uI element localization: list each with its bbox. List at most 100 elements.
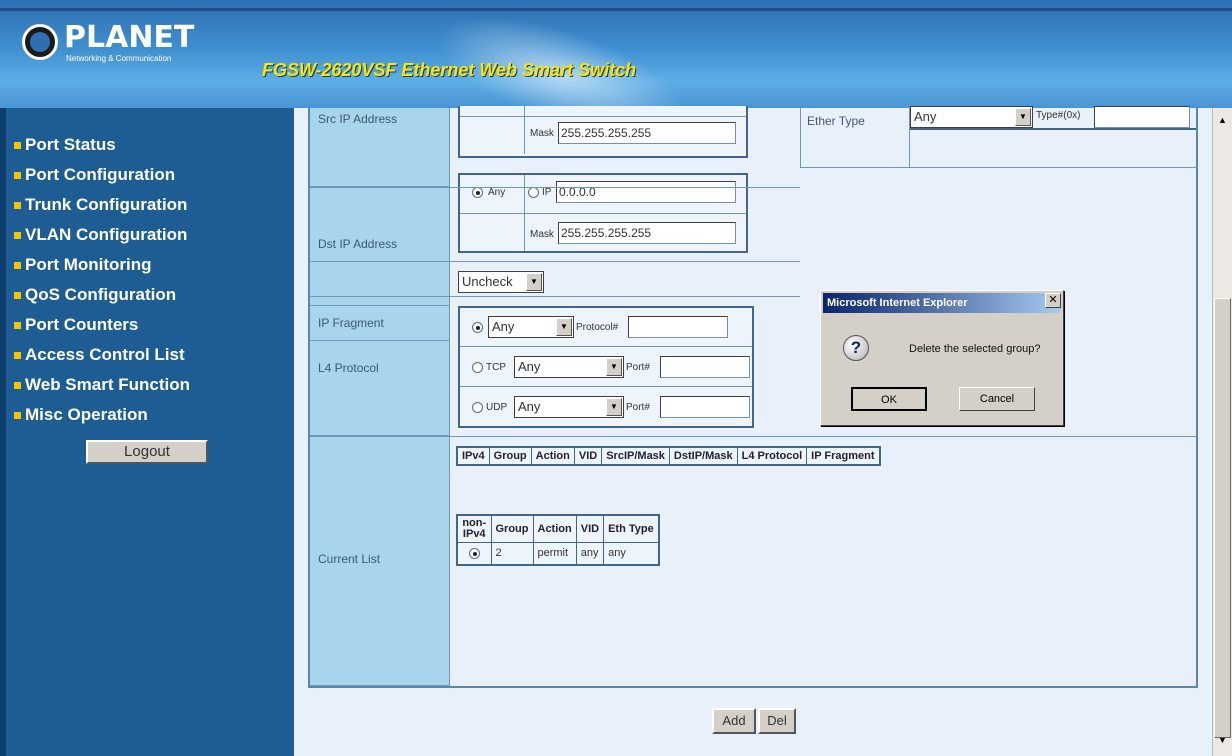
- ether-type-select[interactable]: Any ▼: [910, 106, 1033, 128]
- src-ip-label: Src IP Address: [318, 112, 398, 126]
- table-row: 2 permit any any: [456, 542, 660, 565]
- l4-tcp-select-value: Any: [518, 359, 541, 374]
- l4-any-select[interactable]: Any ▼: [488, 316, 574, 338]
- nonipv4-col-header: Group: [490, 514, 534, 543]
- dst-ip-mask-input[interactable]: 255.255.255.255: [558, 222, 736, 244]
- l4-tcp-radio[interactable]: [472, 362, 483, 373]
- content-area: Src IP Address Dst IP Address IP Fragmen…: [294, 106, 1212, 756]
- dialog-close-icon[interactable]: ✕: [1045, 293, 1061, 308]
- ether-type-row: Ether Type Any ▼ Type#(0x): [800, 106, 1199, 168]
- sidebar-item-label: Trunk Configuration: [25, 195, 188, 214]
- ether-type-value-cell: Any ▼ Type#(0x): [909, 106, 1199, 167]
- sidebar-item-label: Port Configuration: [25, 165, 176, 184]
- dst-ip-mask-label: Mask: [530, 229, 554, 240]
- logout-button[interactable]: Logout: [86, 440, 208, 464]
- sidebar-item-misc-operation[interactable]: Misc Operation: [14, 400, 190, 430]
- dialog-cancel-button[interactable]: Cancel: [959, 387, 1035, 411]
- sidebar-item-label: Port Status: [25, 135, 116, 154]
- dialog-ok-button[interactable]: OK: [851, 387, 927, 411]
- l4-tcp-label: TCP: [486, 362, 506, 373]
- dst-ip-box: Any IP 0.0.0.0 Mask 255.255.255.255: [458, 173, 748, 253]
- l4-udp-select[interactable]: Any ▼: [514, 396, 624, 418]
- banner-light-streak: [422, 0, 698, 108]
- dialog-message: Delete the selected group?: [909, 343, 1041, 355]
- ip-fragment-select[interactable]: Uncheck ▼: [458, 271, 544, 293]
- l4-sep: [460, 346, 752, 347]
- del-button[interactable]: Del: [758, 708, 796, 734]
- sidebar-item-port-counters[interactable]: Port Counters: [14, 310, 190, 340]
- sidebar-item-web-smart-function[interactable]: Web Smart Function: [14, 370, 190, 400]
- bullet-icon: [14, 351, 21, 359]
- sidebar-item-vlan-configuration[interactable]: VLAN Configuration: [14, 220, 190, 250]
- bullet-icon: [14, 201, 21, 209]
- l4-any-radio[interactable]: [472, 322, 483, 333]
- dst-ip-ip-input[interactable]: 0.0.0.0: [556, 181, 736, 203]
- logo-tagline: Networking & Communication: [66, 54, 172, 63]
- src-ip-mask-input[interactable]: 255.255.255.255: [558, 122, 736, 144]
- src-ip-mask-label: Mask: [530, 128, 554, 139]
- dst-ip-sep: [460, 213, 746, 214]
- product-title: FGSW-2620VSF Ethernet Web Smart Switch: [262, 60, 637, 80]
- l4-udp-radio[interactable]: [472, 402, 483, 413]
- src-ip-vsep: [524, 106, 525, 154]
- ipv4-col-header: DstIP/Mask: [668, 446, 738, 466]
- sidebar-item-port-configuration[interactable]: Port Configuration: [14, 160, 190, 190]
- ether-type-select-value: Any: [914, 109, 937, 124]
- dst-ip-ip-radio[interactable]: [528, 187, 539, 198]
- sidebar-item-trunk-configuration[interactable]: Trunk Configuration: [14, 190, 190, 220]
- banner-line: [0, 8, 1232, 11]
- ether-type-label: Ether Type: [807, 114, 865, 128]
- src-ip-label-cell: Src IP Address: [310, 108, 450, 187]
- sidebar: Port Status Port Configuration Trunk Con…: [0, 108, 294, 756]
- row-select-radio[interactable]: [468, 547, 480, 559]
- l4-protocol-num-input[interactable]: [628, 316, 728, 338]
- ether-type-value-input[interactable]: [1094, 106, 1190, 128]
- dst-ip-label-cell: Dst IP Address: [310, 187, 450, 306]
- sidebar-item-qos-configuration[interactable]: QoS Configuration: [14, 280, 190, 310]
- l4-tcp-port-input[interactable]: [660, 356, 750, 378]
- dst-ip-ip-label: IP: [542, 187, 552, 198]
- bullet-icon: [14, 171, 21, 179]
- acl-form-table: Src IP Address Dst IP Address IP Fragmen…: [308, 106, 1199, 688]
- sidebar-item-label: QoS Configuration: [25, 285, 177, 304]
- l4-sep: [460, 386, 752, 387]
- dst-ip-label: Dst IP Address: [318, 237, 398, 251]
- dropdown-arrow-icon: ▼: [526, 273, 542, 291]
- dropdown-arrow-icon: ▼: [556, 318, 572, 336]
- bullet-icon: [14, 411, 21, 419]
- ipv4-col-header: L4 Protocol: [736, 446, 808, 466]
- l4-udp-port-input[interactable]: [660, 396, 750, 418]
- sidebar-item-access-control-list[interactable]: Access Control List: [14, 340, 190, 370]
- row-separator: [310, 436, 1198, 437]
- nonipv4-acl-header-row: non-IPv4 Group Action VID Eth Type: [456, 514, 660, 543]
- bullet-icon: [14, 231, 21, 239]
- ipv4-acl-header-row: IPv4 Group Action VID SrcIP/Mask DstIP/M…: [456, 446, 881, 466]
- add-button[interactable]: Add: [712, 708, 756, 734]
- ipv4-col-header: VID: [573, 446, 603, 466]
- nonipv4-acl-table: non-IPv4 Group Action VID Eth Type 2 per…: [456, 514, 660, 566]
- confirm-dialog: Microsoft Internet Explorer ✕ ? Delete t…: [820, 290, 1064, 426]
- l4-protocol-label-cell: L4 Protocol: [310, 341, 450, 436]
- scroll-up-icon[interactable]: ▲: [1214, 112, 1231, 129]
- sidebar-item-label: Port Counters: [25, 315, 139, 334]
- sidebar-item-port-monitoring[interactable]: Port Monitoring: [14, 250, 190, 280]
- scrollbar-thumb[interactable]: [1214, 298, 1231, 738]
- current-list-label-cell: Current List: [310, 436, 450, 686]
- sidebar-nav: Port Status Port Configuration Trunk Con…: [14, 130, 190, 430]
- l4-any-select-value: Any: [492, 319, 515, 334]
- vertical-scrollbar[interactable]: ▲ ▼: [1212, 108, 1232, 756]
- l4-protocol-num-label: Protocol#: [576, 322, 619, 333]
- row-select-cell: [456, 542, 492, 565]
- header-banner: PLANET Networking & Communication FGSW-2…: [0, 0, 1232, 108]
- sidebar-item-label: Access Control List: [25, 345, 185, 364]
- ipv4-col-header: Action: [530, 446, 575, 466]
- l4-protocol-label: L4 Protocol: [318, 361, 379, 375]
- dialog-title: Microsoft Internet Explorer: [823, 293, 1061, 313]
- ipv4-col-header: SrcIP/Mask: [601, 446, 670, 466]
- l4-tcp-select[interactable]: Any ▼: [514, 356, 624, 378]
- dst-ip-any-label: Any: [488, 187, 506, 198]
- scroll-down-icon[interactable]: ▼: [1214, 732, 1231, 749]
- sidebar-item-port-status[interactable]: Port Status: [14, 130, 190, 160]
- nonipv4-col-header: VID: [575, 514, 605, 543]
- dst-ip-any-radio[interactable]: [472, 187, 483, 198]
